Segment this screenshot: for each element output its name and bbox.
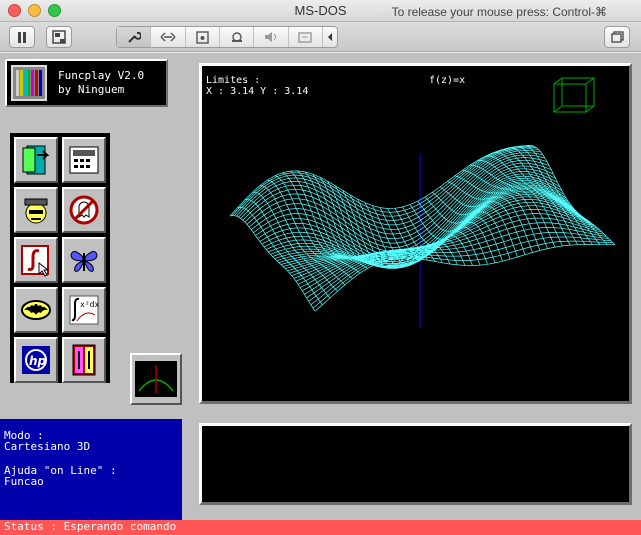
status-bar: Status : Esperando comando	[0, 520, 641, 535]
dos-screen[interactable]: Funcplay V2.0 by Ninguem x²dx hp Limites…	[0, 53, 641, 535]
tool-segmented-control	[116, 26, 338, 48]
hp-logo-icon: hp	[22, 346, 50, 374]
settings-tool-button[interactable]	[117, 27, 152, 47]
view-cube-icon	[553, 77, 595, 113]
floppy-button[interactable]	[186, 27, 220, 47]
disk-icon	[52, 30, 66, 44]
color-stripe	[19, 70, 23, 96]
butterfly-icon	[70, 251, 98, 272]
arrows-icon	[160, 32, 176, 42]
mode-info-panel: Modo : Cartesiano 3D Ajuda "on Line" : F…	[0, 419, 182, 520]
speaker-icon	[264, 32, 276, 42]
color-stripe	[27, 70, 31, 96]
disk-button[interactable]	[46, 26, 72, 48]
detective-tool[interactable]	[14, 187, 58, 233]
app-title: Funcplay V2.0 by Ninguem	[58, 69, 144, 97]
detective-face-icon	[24, 198, 48, 224]
window-icon	[610, 31, 624, 43]
color-bars-icon	[11, 65, 47, 101]
color-stripe	[16, 70, 19, 96]
borland-turbo-icon	[72, 344, 96, 376]
output-panel	[199, 423, 632, 505]
ajuda-value: Funcao	[4, 475, 44, 488]
no-ghost-icon	[69, 195, 99, 225]
color-stripe	[23, 70, 27, 96]
svg-text:x²dx: x²dx	[80, 300, 99, 309]
door-exit-icon	[22, 145, 50, 175]
wrench-icon	[127, 31, 141, 43]
app-logo-panel: Funcplay V2.0 by Ninguem	[5, 59, 168, 107]
integral-tool[interactable]	[14, 237, 58, 283]
floppy-icon	[196, 30, 209, 44]
camera-icon	[231, 32, 242, 42]
color-stripe	[35, 70, 39, 96]
release-mouse-hint: To release your mouse press: Control-⌘	[391, 5, 607, 19]
volume-button[interactable]	[254, 27, 289, 47]
plot-viewport[interactable]: Limites : X : 3.14 Y : 3.14 f(z)=x	[199, 63, 632, 404]
batman-tool[interactable]	[14, 287, 58, 333]
butterfly-tool[interactable]	[62, 237, 106, 283]
tool-palette: x²dx hp	[10, 133, 110, 383]
cursor-integral-icon	[21, 245, 50, 277]
color-stripe	[39, 70, 43, 96]
rotate-icon	[298, 31, 312, 43]
calculator-icon	[69, 146, 99, 174]
collapse-toolbar-button[interactable]	[323, 27, 337, 47]
window-mode-button[interactable]	[604, 26, 630, 48]
pause-button[interactable]	[9, 26, 35, 48]
surface-plot	[229, 77, 616, 328]
pause-icon	[18, 31, 26, 43]
app-title-line2: by Ninguem	[58, 83, 125, 96]
integral-formula-icon: x²dx	[69, 295, 99, 325]
axis-preview-icon	[135, 361, 177, 397]
color-stripe	[31, 70, 35, 96]
capture-button[interactable]	[220, 27, 255, 47]
window-titlebar: MS-DOS To release your mouse press: Cont…	[0, 0, 641, 22]
borland-turbo-tool[interactable]	[62, 337, 106, 383]
surface-mesh	[229, 145, 616, 312]
formula-tool[interactable]: x²dx	[62, 287, 106, 333]
ghostbusters-tool[interactable]	[62, 187, 106, 233]
rotate-button[interactable]	[289, 27, 323, 47]
svg-text:hp: hp	[29, 354, 47, 368]
mouse-capture-button[interactable]	[151, 27, 186, 47]
app-title-line1: Funcplay V2.0	[58, 69, 145, 82]
calculator-tool[interactable]	[62, 137, 106, 183]
hp-tool[interactable]: hp	[14, 337, 58, 383]
exit-door-tool[interactable]	[14, 137, 58, 183]
modo-value: Cartesiano 3D	[4, 440, 91, 453]
view-rotation-control[interactable]	[130, 353, 182, 405]
chevron-left-icon	[327, 33, 332, 41]
emulator-toolbar	[0, 22, 641, 52]
bat-logo-icon	[21, 300, 51, 320]
